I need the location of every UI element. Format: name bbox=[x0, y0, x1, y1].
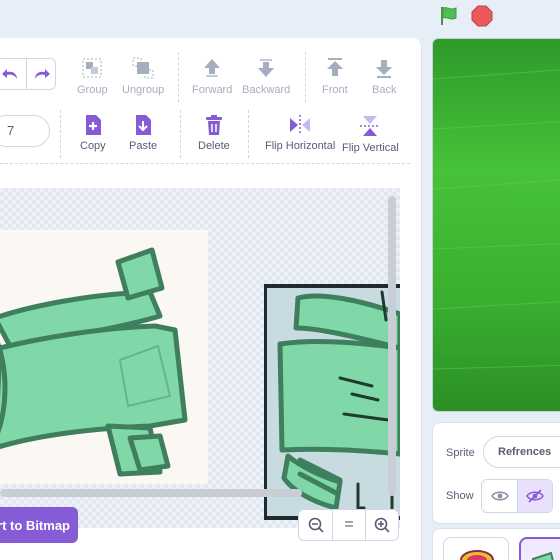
undo-redo-group bbox=[0, 58, 56, 90]
trash-icon bbox=[205, 115, 222, 135]
paste-button[interactable]: Paste bbox=[129, 114, 157, 152]
zoom-controls: = bbox=[298, 509, 399, 541]
toolbar-divider bbox=[180, 110, 181, 158]
stop-icon[interactable] bbox=[471, 5, 493, 27]
ungroup-button[interactable]: Ungroup bbox=[122, 56, 164, 96]
group-button[interactable]: Group bbox=[77, 56, 108, 96]
eye-slash-icon bbox=[526, 489, 544, 503]
toolbar-divider bbox=[248, 110, 249, 158]
show-toggle bbox=[481, 479, 553, 513]
sprite-list bbox=[432, 528, 560, 560]
redo-icon bbox=[34, 69, 50, 79]
flip-vertical-icon bbox=[360, 116, 381, 136]
zoom-in-icon bbox=[374, 517, 390, 533]
sprite-info-panel: Sprite Refrences Show bbox=[432, 422, 560, 524]
ungroup-icon bbox=[132, 57, 154, 79]
sprite-thumbnail-image bbox=[531, 551, 554, 560]
forward-button[interactable]: Forward bbox=[192, 56, 232, 96]
zoom-out-icon bbox=[308, 517, 324, 533]
copy-label: Copy bbox=[80, 140, 106, 152]
sprite-thumbnail-selected[interactable] bbox=[519, 537, 560, 560]
zoom-in-button[interactable] bbox=[365, 510, 398, 540]
front-icon bbox=[326, 58, 343, 76]
eye-icon bbox=[490, 491, 509, 501]
canvas-horizontal-scrollbar[interactable] bbox=[0, 489, 302, 497]
paint-canvas[interactable] bbox=[0, 188, 400, 528]
paint-editor: Group Ungroup Forward Backward Front Bac… bbox=[0, 38, 422, 560]
flip-vertical-label: Flip Vertical bbox=[342, 142, 399, 154]
front-button[interactable]: Front bbox=[322, 56, 348, 96]
flip-horizontal-button[interactable]: Flip Horizontal bbox=[265, 114, 335, 152]
show-label: Show bbox=[446, 490, 474, 502]
sprite-thumbnail-image bbox=[460, 550, 494, 560]
group-icon bbox=[82, 58, 102, 78]
flip-horizontal-label: Flip Horizontal bbox=[265, 140, 336, 152]
hide-sprite-button[interactable] bbox=[517, 480, 552, 512]
undo-button[interactable] bbox=[0, 59, 27, 89]
ungroup-label: Ungroup bbox=[122, 84, 165, 96]
redo-button[interactable] bbox=[27, 59, 56, 89]
green-flag-icon[interactable] bbox=[437, 5, 459, 27]
sprite-label: Sprite bbox=[446, 447, 475, 459]
costume-artwork bbox=[0, 230, 400, 520]
back-button[interactable]: Back bbox=[372, 56, 396, 96]
back-label: Back bbox=[372, 84, 397, 96]
stage-backdrop-grass bbox=[433, 39, 560, 411]
zoom-reset-button[interactable]: = bbox=[332, 510, 365, 540]
flip-vertical-button[interactable]: Flip Vertical bbox=[342, 114, 399, 154]
group-label: Group bbox=[77, 84, 108, 96]
zoom-out-button[interactable] bbox=[299, 510, 332, 540]
zoom-reset-label: = bbox=[344, 516, 354, 533]
delete-label: Delete bbox=[198, 140, 230, 152]
toolbar-divider bbox=[305, 52, 306, 102]
backward-icon bbox=[258, 59, 275, 77]
undo-icon bbox=[2, 69, 18, 79]
delete-button[interactable]: Delete bbox=[198, 114, 230, 152]
front-label: Front bbox=[322, 84, 348, 96]
copy-icon bbox=[85, 115, 101, 135]
forward-label: Forward bbox=[192, 84, 233, 96]
toolbar-divider bbox=[60, 110, 61, 158]
paste-label: Paste bbox=[129, 140, 158, 152]
forward-icon bbox=[204, 59, 221, 77]
backward-label: Backward bbox=[242, 84, 291, 96]
stage[interactable] bbox=[432, 38, 560, 412]
toolbar-bottom-divider bbox=[0, 163, 410, 164]
sprite-name-input[interactable]: Refrences bbox=[483, 436, 560, 468]
menu-bar bbox=[0, 0, 560, 34]
costume-number-input[interactable]: 7 bbox=[0, 115, 50, 147]
paste-icon bbox=[136, 115, 152, 135]
canvas-vertical-scrollbar[interactable] bbox=[388, 196, 396, 496]
toolbar-divider bbox=[178, 52, 179, 102]
back-icon bbox=[376, 60, 393, 78]
convert-to-bitmap-button[interactable]: rt to Bitmap bbox=[0, 507, 78, 543]
show-sprite-button[interactable] bbox=[482, 480, 517, 512]
sprite-thumbnail[interactable] bbox=[443, 537, 509, 560]
backward-button[interactable]: Backward bbox=[242, 56, 290, 96]
flip-horizontal-icon bbox=[290, 115, 311, 135]
copy-button[interactable]: Copy bbox=[80, 114, 106, 152]
